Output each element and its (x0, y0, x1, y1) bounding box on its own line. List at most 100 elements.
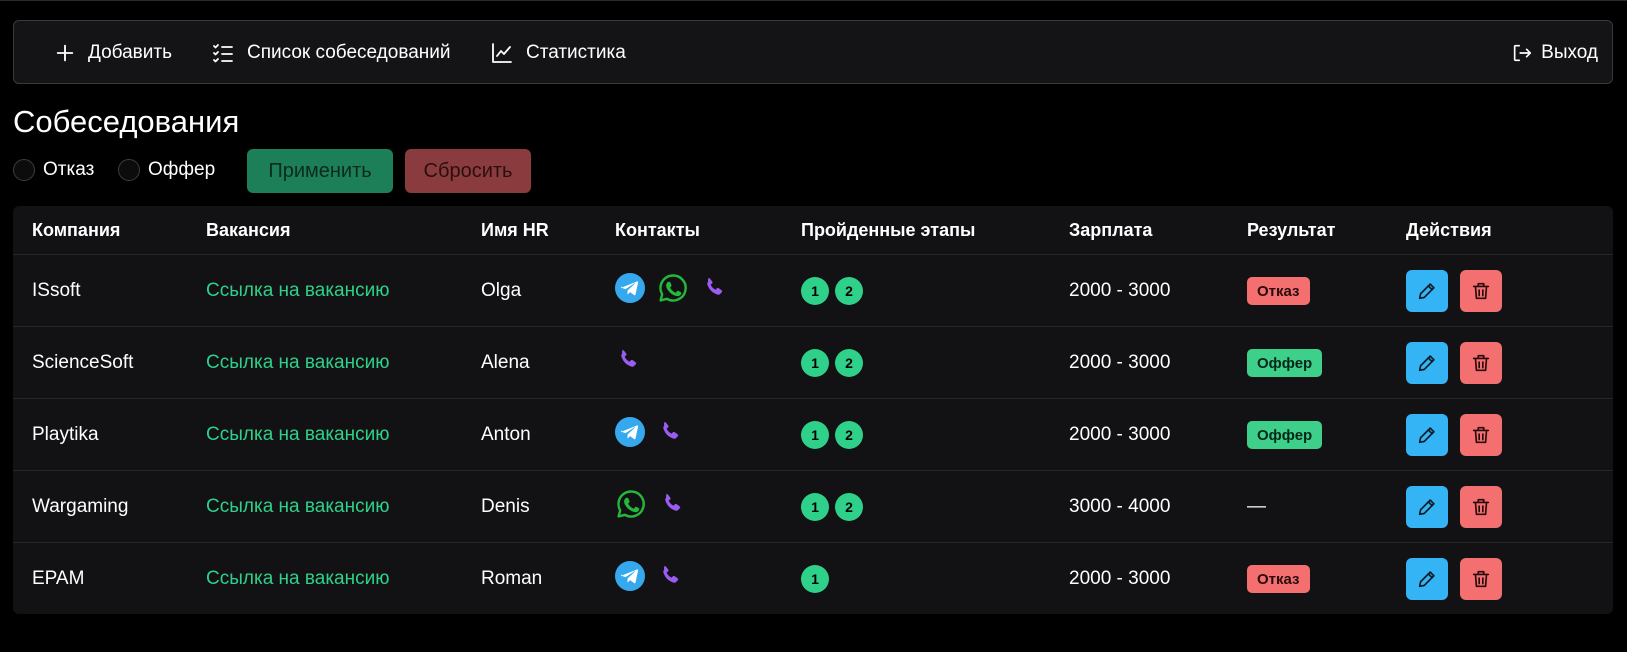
filter-offer-radio[interactable]: Оффер (118, 159, 215, 181)
delete-button[interactable] (1460, 342, 1502, 384)
pencil-icon (1416, 496, 1438, 518)
trash-icon (1470, 280, 1492, 302)
filter-refuse-radio[interactable]: Отказ (13, 159, 94, 181)
interviews-table: Компания Вакансия Имя HR Контакты Пройде… (13, 206, 1613, 614)
stage-badge: 2 (835, 349, 863, 377)
header-vacancy: Вакансия (206, 220, 291, 240)
result-badge: Отказ (1247, 277, 1310, 305)
top-border (0, 0, 1627, 1)
radio-circle[interactable] (118, 159, 140, 181)
vacancy-link[interactable]: Ссылка на вакансию (206, 568, 389, 590)
radio-circle[interactable] (13, 159, 35, 181)
stage-badge: 1 (801, 421, 829, 449)
phone-icon[interactable] (659, 491, 685, 517)
delete-button[interactable] (1460, 270, 1502, 312)
delete-button[interactable] (1460, 558, 1502, 600)
edit-button[interactable] (1406, 558, 1448, 600)
company-name: Playtika (32, 424, 99, 445)
company-name: EPAM (32, 568, 85, 589)
header-stages: Пройденные этапы (801, 220, 976, 240)
top-navbar: Добавить Список собеседований Статистика… (13, 20, 1613, 84)
header-result: Результат (1247, 220, 1336, 240)
header-actions: Действия (1406, 220, 1492, 240)
salary: 3000 - 4000 (1069, 496, 1171, 517)
logout-label: Выход (1541, 42, 1598, 63)
header-hr-name: Имя HR (481, 220, 549, 240)
delete-button[interactable] (1460, 414, 1502, 456)
nav-add-label: Добавить (88, 42, 172, 63)
table-row: Wargaming Ссылка на вакансию Denis 1 2 3000 -… (13, 471, 1613, 543)
result-badge: Оффер (1247, 421, 1323, 449)
header-salary: Зарплата (1069, 220, 1153, 240)
salary: 2000 - 3000 (1069, 352, 1171, 373)
company-name: ScienceSoft (32, 352, 134, 373)
table-row: ScienceSoft Ссылка на вакансию Alena 1 2 2000… (13, 327, 1613, 399)
vacancy-link[interactable]: Ссылка на вакансию (206, 424, 389, 446)
phone-icon[interactable] (701, 275, 727, 301)
header-contacts: Контакты (615, 220, 700, 240)
telegram-icon[interactable] (615, 417, 645, 447)
whatsapp-icon[interactable] (615, 488, 647, 520)
filter-offer-label: Оффер (148, 159, 216, 180)
hr-name: Alena (481, 352, 530, 373)
nav-list-label: Список собеседований (247, 42, 451, 63)
edit-button[interactable] (1406, 270, 1448, 312)
vacancy-link[interactable]: Ссылка на вакансию (206, 352, 389, 374)
stage-badge: 1 (801, 349, 829, 377)
result-empty: — (1247, 496, 1266, 517)
nav-stats-label: Статистика (526, 42, 626, 63)
salary: 2000 - 3000 (1069, 280, 1171, 301)
vacancy-link[interactable]: Ссылка на вакансию (206, 280, 389, 302)
trash-icon (1470, 352, 1492, 374)
header-company: Компания (32, 220, 121, 240)
telegram-icon[interactable] (615, 561, 645, 591)
edit-button[interactable] (1406, 486, 1448, 528)
phone-icon[interactable] (657, 419, 683, 445)
company-name: Wargaming (32, 496, 129, 517)
trash-icon (1470, 424, 1492, 446)
phone-icon[interactable] (615, 347, 641, 373)
stage-badge: 1 (801, 565, 829, 593)
stage-badge: 2 (835, 421, 863, 449)
hr-name: Anton (481, 424, 531, 445)
contacts-group (615, 417, 683, 447)
edit-button[interactable] (1406, 414, 1448, 456)
result-badge: Отказ (1247, 565, 1310, 593)
pencil-icon (1416, 568, 1438, 590)
whatsapp-icon[interactable] (657, 272, 689, 304)
table-row: EPAM Ссылка на вакансию Roman 1 2000 - 3000 О… (13, 543, 1613, 614)
contacts-group (615, 347, 641, 373)
result-badge: Оффер (1247, 349, 1323, 377)
hr-name: Denis (481, 496, 530, 517)
logout-icon (1511, 42, 1541, 64)
pencil-icon (1416, 424, 1438, 446)
apply-button[interactable]: Применить (247, 149, 393, 193)
nav-interview-list-button[interactable]: Список собеседований (211, 21, 450, 85)
checklist-icon (211, 41, 247, 65)
phone-icon[interactable] (657, 563, 683, 589)
logout-button[interactable]: Выход (1511, 21, 1598, 85)
pencil-icon (1416, 280, 1438, 302)
vacancy-link[interactable]: Ссылка на вакансию (206, 496, 389, 518)
company-name: ISsoft (32, 280, 81, 301)
contacts-group (615, 561, 683, 591)
nav-add-button[interactable]: Добавить (54, 21, 172, 85)
salary: 2000 - 3000 (1069, 424, 1171, 445)
edit-button[interactable] (1406, 342, 1448, 384)
reset-button[interactable]: Сбросить (405, 149, 531, 193)
telegram-icon[interactable] (615, 273, 645, 303)
stage-badge: 2 (835, 277, 863, 305)
trash-icon (1470, 568, 1492, 590)
hr-name: Olga (481, 280, 522, 301)
contacts-group (615, 488, 685, 520)
plus-icon (54, 42, 88, 64)
nav-statistics-button[interactable]: Статистика (490, 21, 626, 85)
delete-button[interactable] (1460, 486, 1502, 528)
page-title: Собеседования (13, 104, 240, 139)
trash-icon (1470, 496, 1492, 518)
hr-name: Roman (481, 568, 543, 589)
salary: 2000 - 3000 (1069, 568, 1171, 589)
filter-refuse-label: Отказ (43, 159, 95, 180)
stage-badge: 1 (801, 277, 829, 305)
table-row: Playtika Ссылка на вакансию Anton 1 2 2000 - … (13, 399, 1613, 471)
